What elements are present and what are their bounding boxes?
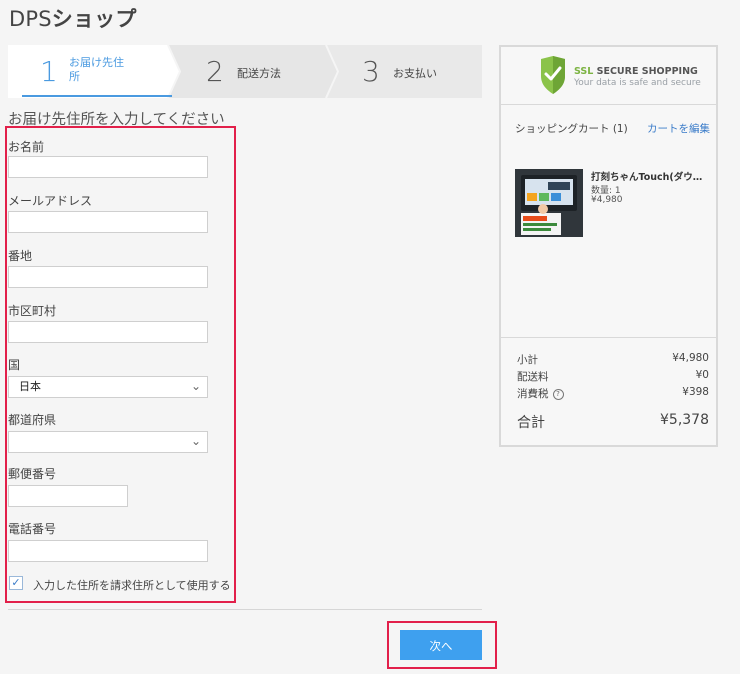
country-select[interactable]: 日本 ⌄: [8, 376, 208, 398]
active-step-indicator: [22, 95, 172, 97]
name-label: お名前: [8, 140, 45, 154]
total-value: ¥5,378: [660, 412, 709, 428]
product-price: ¥4,980: [591, 195, 623, 205]
step-payment[interactable]: 3 お支払い: [338, 45, 482, 98]
total-row: 合計 ¥5,378: [517, 412, 709, 432]
email-input[interactable]: [8, 211, 208, 233]
product-thumbnail: [515, 169, 583, 237]
next-button[interactable]: 次へ: [400, 630, 482, 660]
title-suffix: ショップ: [51, 7, 137, 31]
prefecture-select[interactable]: ⌄: [8, 431, 208, 453]
edit-cart-link[interactable]: カートを編集: [647, 121, 710, 136]
subtotal-label: 小計: [517, 354, 538, 366]
shield-check-icon: [541, 56, 565, 94]
phone-label: 電話番号: [8, 522, 57, 536]
phone-input[interactable]: [8, 540, 208, 562]
step-delivery-method[interactable]: 2 配送方法: [180, 45, 326, 98]
shipping-value: ¥0: [695, 369, 709, 381]
street-input[interactable]: [8, 266, 208, 288]
step-shipping-address[interactable]: 1 お届け先住所: [8, 45, 168, 98]
subtotal-row: 小計 ¥4,980: [517, 352, 709, 367]
use-as-billing-label: 入力した住所を請求住所として使用する: [33, 579, 231, 592]
checkout-stepper: 1 お届け先住所 2 配送方法 3 お支払い: [8, 45, 482, 98]
street-label: 番地: [8, 249, 33, 263]
step-label: お届け先住所: [69, 56, 124, 83]
step-label: お支払い: [393, 67, 437, 80]
title-prefix: DPS: [9, 7, 52, 31]
city-label: 市区町村: [8, 304, 57, 318]
use-as-billing-checkbox[interactable]: ✓: [9, 576, 23, 590]
question-circle-icon[interactable]: ?: [552, 389, 564, 400]
country-label: 国: [8, 358, 21, 372]
tax-row: 消費税? ¥398: [517, 386, 709, 401]
city-input[interactable]: [8, 321, 208, 343]
summary-divider: [501, 337, 716, 338]
total-label: 合計: [517, 415, 545, 431]
shipping-label: 配送料: [517, 371, 549, 383]
name-input[interactable]: [8, 156, 208, 178]
prefecture-label: 都道府県: [8, 413, 57, 427]
tax-label: 消費税: [517, 388, 549, 400]
email-label: メールアドレス: [8, 194, 93, 208]
checkmark-icon: ✓: [11, 576, 21, 589]
chevron-down-icon: ⌄: [190, 434, 201, 448]
ssl-banner: SSL SECURE SHOPPING Your data is safe an…: [501, 47, 716, 105]
step-number: 1: [40, 55, 58, 88]
form-divider: [8, 609, 482, 610]
product-name: 打刻ちゃんTouch(ダウンロード版): [591, 172, 707, 183]
step-number: 3: [362, 55, 380, 88]
page-title: DPSショップ: [9, 3, 137, 33]
order-summary-panel: SSL SECURE SHOPPING Your data is safe an…: [499, 45, 718, 447]
ssl-title-rest: SECURE SHOPPING: [593, 66, 698, 77]
step-number: 2: [206, 55, 224, 88]
step-label: 配送方法: [237, 67, 281, 80]
subtotal-value: ¥4,980: [672, 352, 709, 364]
ssl-word: SSL: [574, 66, 594, 77]
cart-title: ショッピングカート (1): [515, 123, 628, 135]
shipping-row: 配送料 ¥0: [517, 369, 709, 384]
ssl-subtitle: Your data is safe and secure: [574, 78, 701, 88]
postal-label: 郵便番号: [8, 467, 57, 481]
country-selected-value: 日本: [19, 380, 41, 393]
ssl-title: SSL SECURE SHOPPING: [574, 66, 698, 77]
chevron-down-icon: ⌄: [190, 379, 201, 393]
tax-value: ¥398: [682, 386, 709, 398]
postal-input[interactable]: [8, 485, 128, 507]
